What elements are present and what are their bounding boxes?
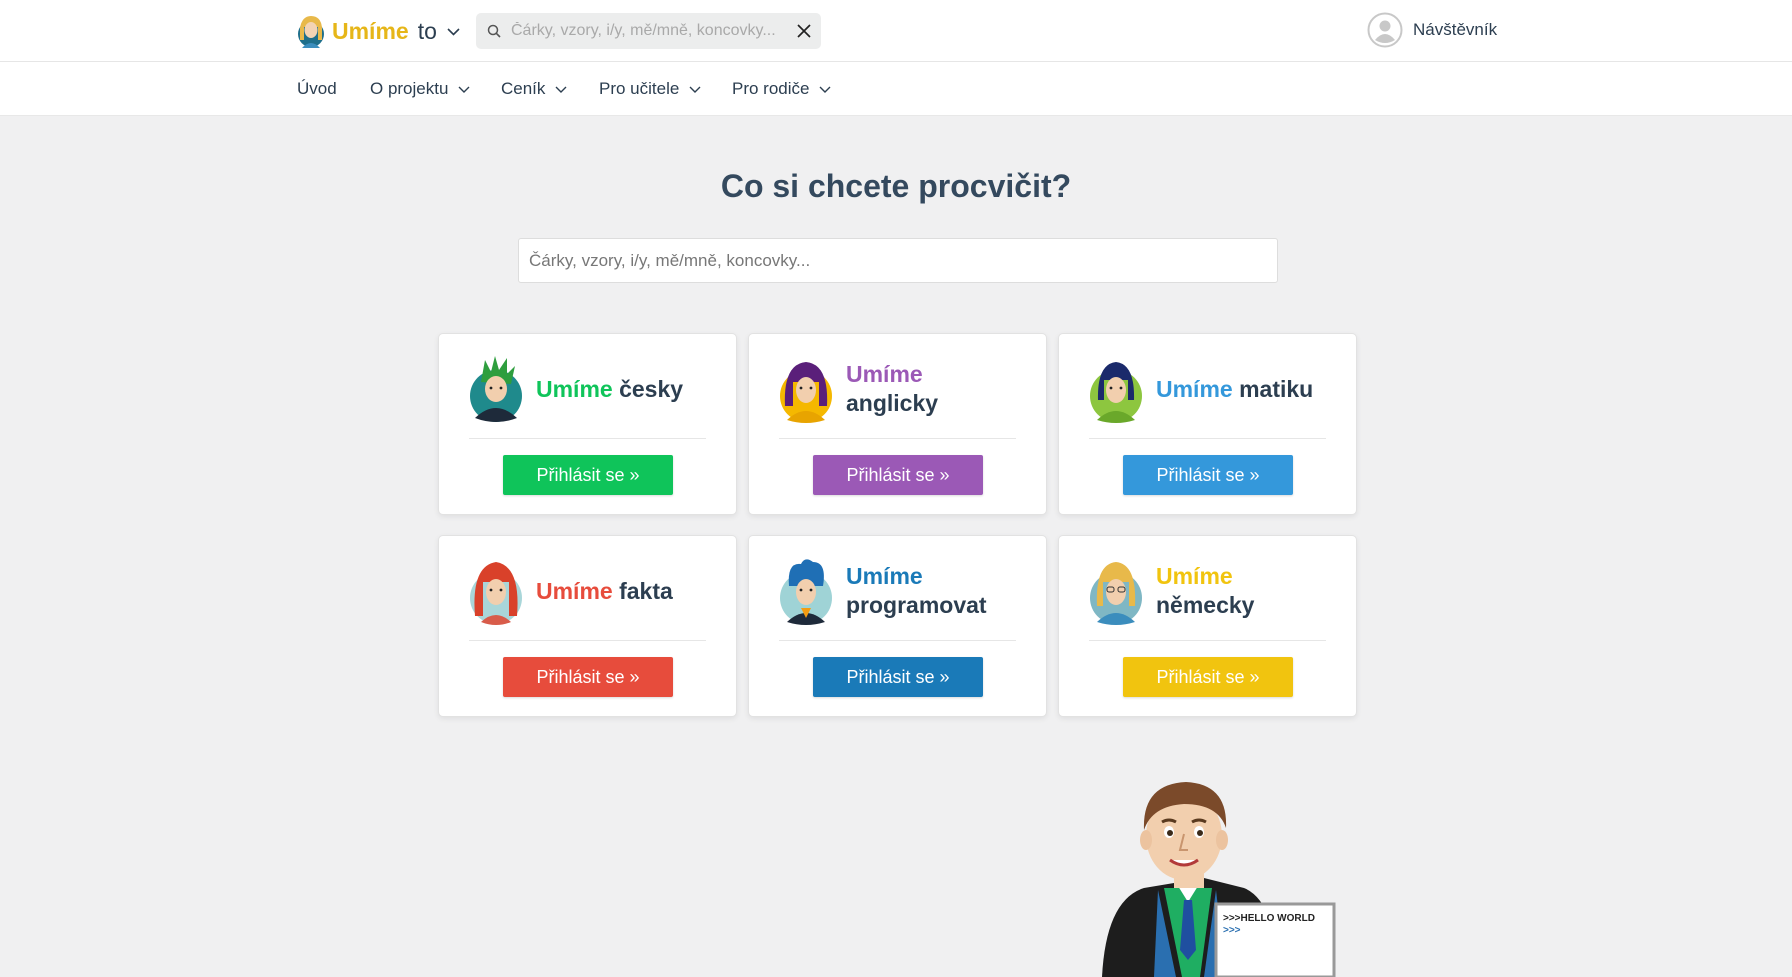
character-avatar-icon — [1090, 562, 1142, 625]
chevron-down-icon — [555, 86, 567, 93]
subject-card-title: Umíme německy — [1156, 562, 1286, 620]
screen-text-line2: >>> — [1223, 925, 1241, 936]
chevron-down-icon — [819, 86, 831, 93]
subject-brand: Umíme — [1156, 375, 1233, 402]
header-search — [476, 13, 821, 49]
nav-item-label: Pro rodiče — [732, 79, 810, 98]
subject-card-title: Umíme matiku — [1156, 375, 1313, 404]
subject-card-fakta: Umíme fakta Přihlásit se » — [438, 535, 737, 717]
subject-name: matiku — [1239, 375, 1314, 402]
top-bar: Umíme to Návštěvník — [0, 0, 1792, 62]
page-title: Co si chcete procvičit? — [720, 168, 1072, 204]
subject-card-title: Umíme anglicky — [846, 360, 976, 418]
character-avatar-icon — [470, 356, 522, 422]
subject-card-header[interactable]: Umíme programovat — [779, 556, 1036, 626]
user-name: Návštěvník — [1413, 20, 1498, 39]
subject-name: programovat — [846, 592, 987, 618]
nav-item-pro-rodice[interactable]: Pro rodiče — [732, 79, 831, 99]
nav-item-cenik[interactable]: Ceník — [501, 79, 567, 99]
subject-brand: Umíme — [536, 375, 613, 402]
subject-card-nemecky: Umíme německy Přihlásit se » — [1058, 535, 1357, 717]
main-search-input[interactable] — [519, 239, 1277, 282]
divider — [779, 438, 1016, 439]
programmer-mascot-illustration: >>>HELLO WORLD >>> — [1102, 782, 1336, 977]
login-button[interactable]: Přihlásit se » — [503, 657, 673, 697]
subject-name: česky — [619, 375, 684, 402]
subject-brand: Umíme — [846, 563, 923, 590]
nav-item-pro-ucitele[interactable]: Pro učitele — [599, 79, 701, 99]
nav-item-o-projektu[interactable]: O projektu — [370, 79, 470, 99]
user-menu[interactable]: Návštěvník — [1367, 12, 1497, 48]
subject-brand: Umíme — [536, 577, 613, 604]
subject-card-title: Umíme česky — [536, 375, 683, 404]
subject-card-anglicky: Umíme anglicky Přihlásit se » — [748, 333, 1047, 515]
subject-name: fakta — [619, 577, 673, 604]
logo-suffix-text: to — [417, 17, 437, 44]
character-avatar-icon — [1090, 362, 1142, 423]
divider — [469, 438, 706, 439]
subject-brand: Umíme — [1156, 563, 1233, 590]
subject-card-header[interactable]: Umíme anglicky — [779, 354, 1036, 424]
nav-item-label: Ceník — [501, 79, 546, 98]
subject-card-header[interactable]: Umíme fakta — [469, 556, 726, 626]
divider — [469, 640, 706, 641]
main-nav: Úvod O projektu Ceník Pro učitele Pro ro… — [0, 62, 1792, 116]
subject-card-cesky: Umíme česky Přihlásit se » — [438, 333, 737, 515]
search-icon — [487, 24, 501, 38]
subject-card-header[interactable]: Umíme česky — [469, 354, 726, 424]
subject-card-header[interactable]: Umíme matiku — [1089, 354, 1346, 424]
nav-item-label: Pro učitele — [599, 79, 680, 98]
divider — [1089, 438, 1326, 439]
login-button[interactable]: Přihlásit se » — [813, 455, 983, 495]
chevron-down-icon — [689, 86, 701, 93]
divider — [779, 640, 1016, 641]
subject-name: anglicky — [846, 390, 939, 416]
character-avatar-icon — [780, 362, 832, 423]
login-button[interactable]: Přihlásit se » — [813, 657, 983, 697]
character-avatar-icon — [780, 559, 832, 625]
login-button[interactable]: Přihlásit se » — [1123, 657, 1293, 697]
subject-card-title: Umíme fakta — [536, 577, 673, 606]
chevron-down-icon[interactable] — [447, 28, 460, 36]
subject-name: německy — [1156, 592, 1255, 618]
main-search — [518, 238, 1278, 283]
close-icon[interactable] — [796, 23, 812, 39]
login-button[interactable]: Přihlásit se » — [1123, 455, 1293, 495]
subject-card-title: Umíme programovat — [846, 562, 987, 620]
logo-brand-text: Umíme — [332, 17, 409, 44]
divider — [1089, 640, 1326, 641]
logo[interactable]: Umíme to — [296, 14, 460, 48]
login-button[interactable]: Přihlásit se » — [503, 455, 673, 495]
nav-item-label: O projektu — [370, 79, 449, 98]
subject-card-programovat: Umíme programovat Přihlásit se » — [748, 535, 1047, 717]
user-avatar-icon — [1367, 12, 1403, 48]
logo-avatar-icon — [298, 16, 324, 48]
character-avatar-icon — [470, 562, 522, 625]
nav-item-label: Úvod — [297, 79, 337, 98]
chevron-down-icon — [458, 86, 470, 93]
screen-text-line1: >>>HELLO WORLD — [1223, 913, 1315, 924]
subject-card-header[interactable]: Umíme německy — [1089, 556, 1346, 626]
header-search-input[interactable] — [511, 22, 781, 40]
subject-brand: Umíme — [846, 361, 923, 388]
subject-card-matiku: Umíme matiku Přihlásit se » — [1058, 333, 1357, 515]
nav-item-uvod[interactable]: Úvod — [297, 79, 337, 99]
